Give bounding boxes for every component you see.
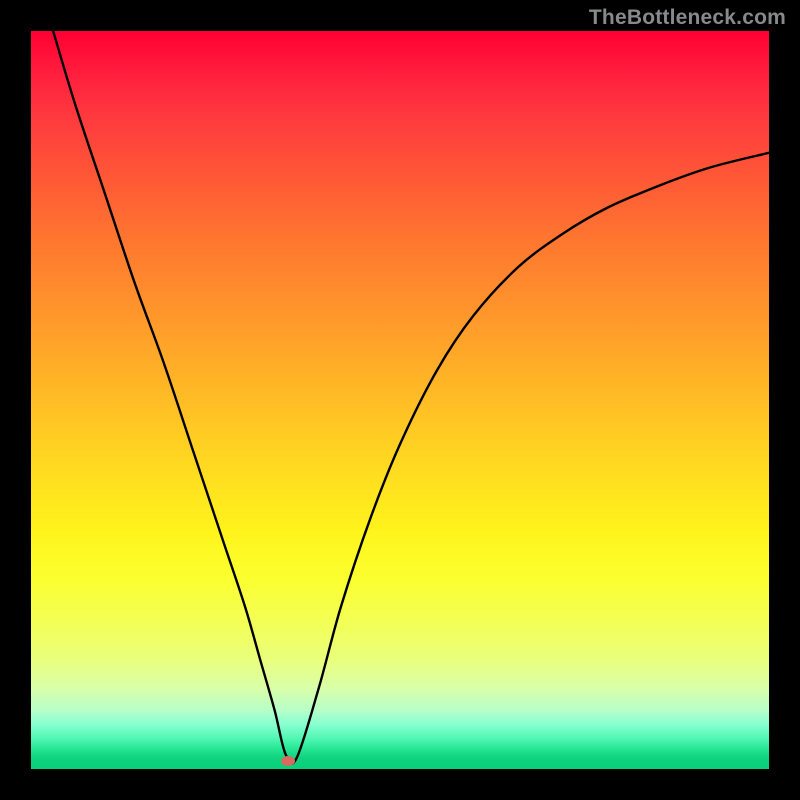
chart-frame: TheBottleneck.com (0, 0, 800, 800)
bottleneck-curve (31, 31, 769, 769)
plot-area (31, 31, 769, 769)
watermark-text: TheBottleneck.com (589, 6, 786, 30)
bottleneck-marker (281, 756, 295, 766)
